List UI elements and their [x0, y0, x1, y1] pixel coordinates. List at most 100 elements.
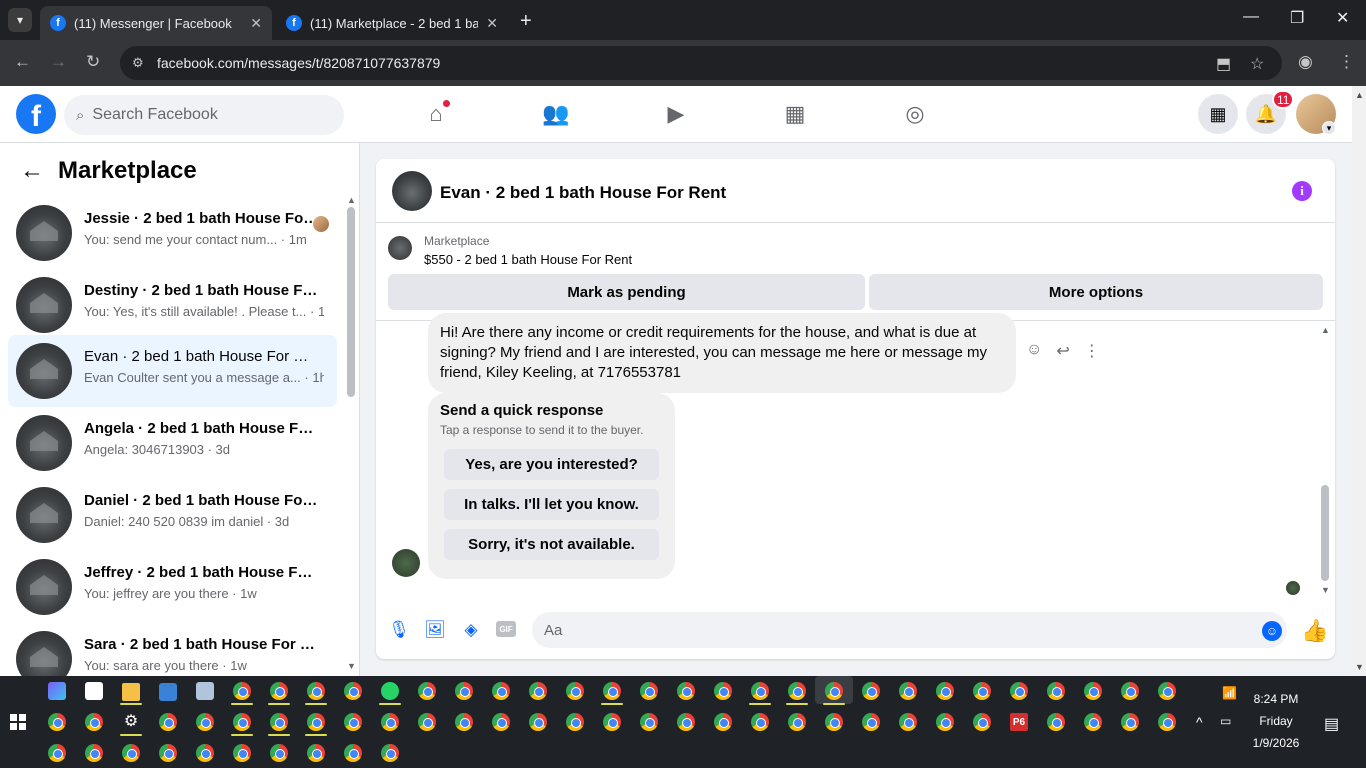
chrome-icon[interactable]	[899, 713, 917, 731]
chrome-icon[interactable]	[1121, 682, 1139, 700]
chat-title[interactable]: Evan · 2 bed 1 bath House For Rent	[440, 183, 726, 203]
chrome-icon[interactable]	[270, 713, 288, 731]
file-explorer-icon[interactable]	[122, 683, 140, 701]
chrome-icon[interactable]	[196, 713, 214, 731]
more-options-button[interactable]: More options	[869, 274, 1323, 310]
chrome-icon[interactable]	[566, 713, 584, 731]
message-input[interactable]: Aa	[532, 612, 1287, 648]
forward-icon[interactable]: →	[50, 52, 67, 72]
close-tab-icon[interactable]: ✕	[250, 15, 262, 32]
video-icon[interactable]: ▶	[660, 98, 692, 130]
reply-icon[interactable]: ↩	[1056, 341, 1069, 361]
back-icon[interactable]: ←	[14, 52, 31, 72]
chevron-up-icon[interactable]: ^	[1196, 714, 1203, 730]
chrome-icon[interactable]	[714, 713, 732, 731]
chrome-icon[interactable]	[640, 682, 658, 700]
scroll-down-arrow-icon[interactable]: ▼	[1321, 585, 1330, 595]
profile-icon[interactable]: ◉	[1298, 52, 1313, 72]
friends-icon[interactable]: 👥	[540, 98, 572, 130]
conversation-item-selected[interactable]: Evan · 2 bed 1 bath House For Rent Evan …	[8, 335, 337, 407]
chat-scrollbar[interactable]	[1321, 485, 1329, 581]
chrome-icon[interactable]	[418, 682, 436, 700]
bookmark-star-icon[interactable]: ☆	[1250, 54, 1264, 74]
sticker-icon[interactable]: ◈	[460, 619, 482, 641]
p6-app-icon[interactable]: P6	[1010, 713, 1028, 731]
chrome-icon[interactable]	[714, 682, 732, 700]
chrome-icon[interactable]	[1158, 682, 1176, 700]
chrome-icon[interactable]	[1047, 713, 1065, 731]
chrome-icon[interactable]	[1047, 682, 1065, 700]
site-info-icon[interactable]: ⚙	[132, 55, 144, 71]
chrome-icon[interactable]	[344, 744, 362, 762]
notepad-icon[interactable]	[196, 682, 214, 700]
chrome-icon[interactable]	[1121, 713, 1139, 731]
chrome-icon[interactable]	[270, 682, 288, 700]
photo-icon[interactable]: 🖼	[424, 619, 446, 641]
chevron-down-icon[interactable]: ▾	[1322, 121, 1336, 135]
chrome-icon[interactable]	[1084, 713, 1102, 731]
chrome-icon[interactable]	[233, 682, 251, 700]
whatsapp-icon[interactable]	[381, 682, 399, 700]
chrome-icon[interactable]	[48, 744, 66, 762]
clock-time[interactable]: 8:24 PM	[1246, 692, 1306, 706]
chrome-icon[interactable]	[48, 713, 66, 731]
sender-avatar[interactable]	[392, 549, 420, 577]
chrome-icon[interactable]	[936, 713, 954, 731]
groups-icon[interactable]: ◎	[899, 98, 931, 130]
chrome-icon[interactable]	[751, 713, 769, 731]
notification-center-icon[interactable]: ▤	[1324, 714, 1339, 734]
mark-pending-button[interactable]: Mark as pending	[388, 274, 865, 310]
chrome-icon[interactable]	[529, 713, 547, 731]
omnibox[interactable]: ⚙ facebook.com/messages/t/82087107763787…	[120, 46, 1282, 80]
quick-response-button[interactable]: Sorry, it's not available.	[444, 529, 659, 560]
info-icon[interactable]: i	[1292, 181, 1312, 201]
chat-avatar[interactable]	[392, 171, 432, 211]
conversation-item[interactable]: Angela · 2 bed 1 bath House For Rent Ang…	[8, 407, 337, 479]
install-app-icon[interactable]: ⬒	[1216, 54, 1231, 74]
restore-icon[interactable]: ❐	[1290, 8, 1304, 28]
conversation-item[interactable]: Jeffrey · 2 bed 1 bath House For Rent Yo…	[8, 551, 337, 623]
chrome-icon[interactable]	[307, 744, 325, 762]
chrome-icon[interactable]	[603, 682, 621, 700]
chrome-icon[interactable]	[677, 682, 695, 700]
facebook-logo[interactable]: f	[16, 94, 56, 134]
home-icon[interactable]: ⌂	[420, 98, 452, 130]
tab-messenger[interactable]: f (11) Messenger | Facebook ✕	[40, 6, 272, 40]
scroll-up-arrow-icon[interactable]: ▲	[1321, 325, 1330, 335]
quick-response-button[interactable]: In talks. I'll let you know.	[444, 489, 659, 520]
conversation-item[interactable]: Daniel · 2 bed 1 bath House For Rent Dan…	[8, 479, 337, 551]
chrome-icon[interactable]	[825, 682, 843, 700]
chrome-icon[interactable]	[862, 682, 880, 700]
chrome-icon[interactable]	[270, 744, 288, 762]
chrome-icon[interactable]	[122, 744, 140, 762]
chrome-icon[interactable]	[85, 713, 103, 731]
chrome-icon[interactable]	[566, 682, 584, 700]
quick-response-button[interactable]: Yes, are you interested?	[444, 449, 659, 480]
sidebar-scrollbar[interactable]	[347, 207, 355, 397]
chrome-icon[interactable]	[344, 713, 362, 731]
chrome-icon[interactable]	[973, 713, 991, 731]
chrome-icon[interactable]	[344, 682, 362, 700]
back-arrow-icon[interactable]: ←	[20, 157, 44, 185]
tab-search-button[interactable]: ▾	[8, 8, 32, 32]
chrome-icon[interactable]	[677, 713, 695, 731]
chrome-icon[interactable]	[85, 744, 103, 762]
more-actions-icon[interactable]: ⋮	[1084, 341, 1100, 361]
copilot-icon[interactable]	[48, 682, 66, 700]
scroll-up-arrow-icon[interactable]: ▲	[347, 195, 356, 205]
gif-icon[interactable]: GIF	[496, 621, 516, 637]
chrome-icon[interactable]	[603, 713, 621, 731]
close-window-icon[interactable]: ✕	[1336, 8, 1349, 28]
chrome-icon[interactable]	[307, 713, 325, 731]
chrome-icon[interactable]	[862, 713, 880, 731]
chrome-icon[interactable]	[1010, 682, 1028, 700]
conversation-item[interactable]: Sara · 2 bed 1 bath House For Rent You: …	[8, 623, 337, 676]
chrome-icon[interactable]	[640, 713, 658, 731]
chrome-icon[interactable]	[307, 682, 325, 700]
page-scrollbar[interactable]: ▲ ▼	[1352, 86, 1366, 676]
chrome-icon[interactable]	[788, 682, 806, 700]
chrome-icon[interactable]	[492, 713, 510, 731]
chrome-icon[interactable]	[381, 744, 399, 762]
search-input[interactable]: ⌕ Search Facebook	[64, 95, 344, 135]
scroll-up-arrow-icon[interactable]: ▲	[1355, 90, 1364, 100]
